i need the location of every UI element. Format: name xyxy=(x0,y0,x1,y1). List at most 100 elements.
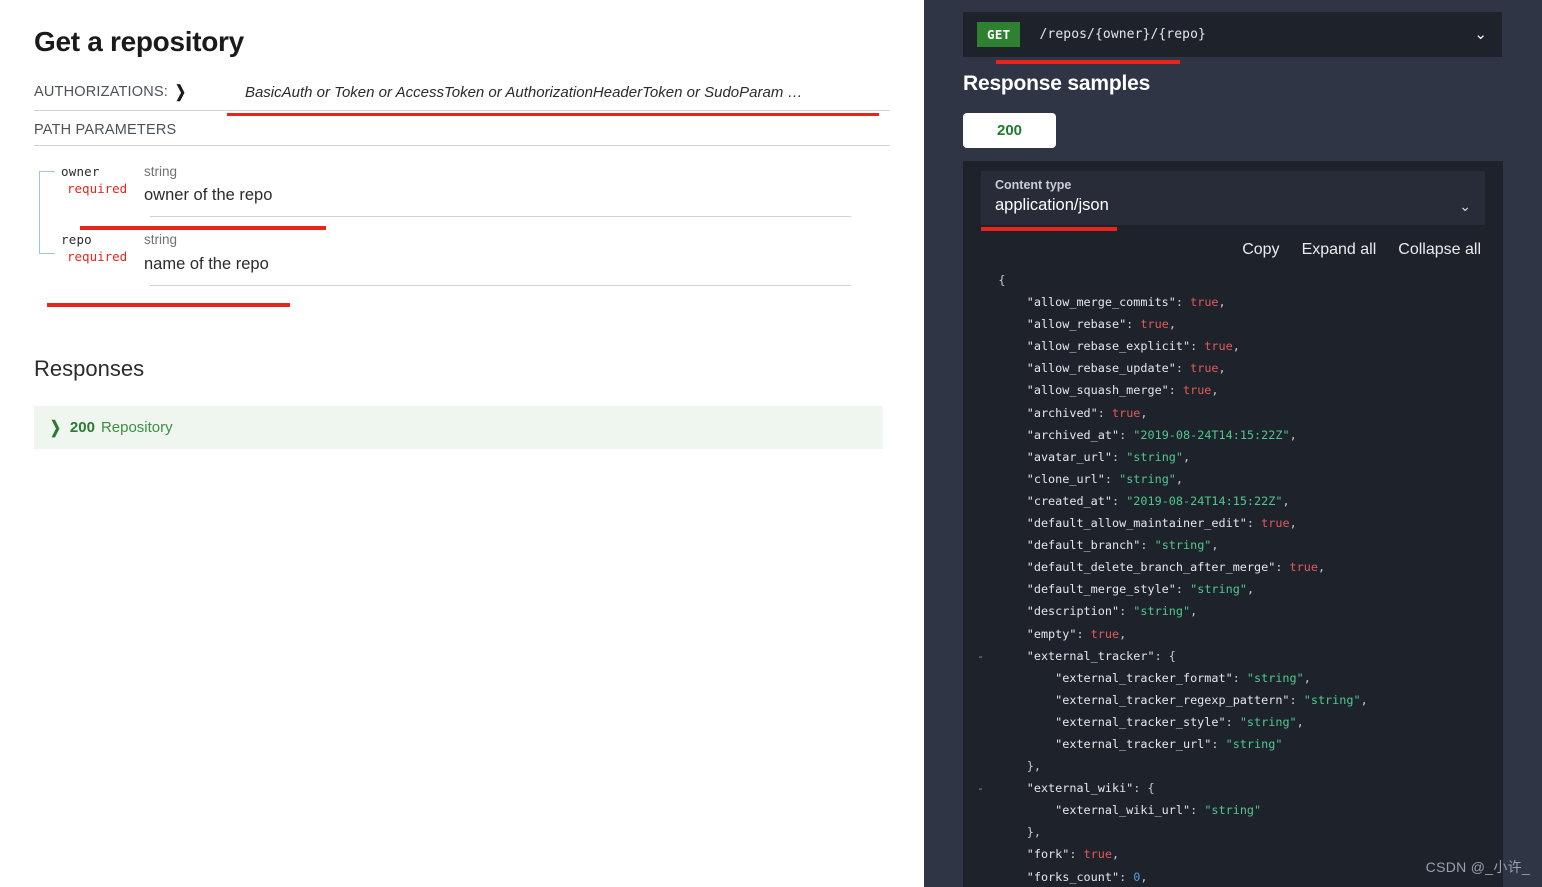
code-token: "avatar_url" xyxy=(1026,449,1112,464)
code-token: , xyxy=(1218,361,1226,376)
code-token: true xyxy=(1204,339,1233,354)
code-token: "string" xyxy=(1133,604,1191,619)
code-token: , xyxy=(1211,383,1219,398)
content-type-select[interactable]: Content type application/json ⌄ xyxy=(981,171,1485,231)
code-token: }, xyxy=(1026,825,1041,840)
code-token: , xyxy=(1119,626,1127,641)
parameter-row-owner: owner required string owner of the repo xyxy=(34,163,890,217)
code-sample-container: Content type application/json ⌄ Copy Exp… xyxy=(963,161,1503,887)
chevron-down-icon[interactable]: ⌄ xyxy=(1474,27,1487,42)
code-gutter xyxy=(977,516,998,530)
code-token: : xyxy=(1126,317,1141,332)
authorizations-label: AUTHORIZATIONS: xyxy=(34,84,169,100)
code-gutter xyxy=(977,317,998,331)
code-gutter xyxy=(977,604,998,618)
chevron-right-icon[interactable]: ❯ xyxy=(50,417,61,438)
code-token: , xyxy=(1183,449,1191,464)
content-type-label: Content type xyxy=(995,178,1072,192)
code-token: : xyxy=(1111,493,1127,508)
code-token: : xyxy=(1289,692,1304,707)
code-line: "empty": true, xyxy=(977,623,1503,645)
copy-button[interactable]: Copy xyxy=(1242,241,1279,259)
code-token: , xyxy=(1175,471,1184,486)
code-line: "archived": true, xyxy=(977,402,1503,424)
code-token: "external_tracker" xyxy=(1026,648,1155,663)
code-gutter xyxy=(977,671,998,685)
code-token: "allow_rebase" xyxy=(1026,317,1127,332)
http-method-badge: GET xyxy=(977,22,1021,47)
code-token: "2019-08-24T14:15:22Z" xyxy=(1133,427,1290,442)
code-gutter xyxy=(977,428,998,442)
code-line: "allow_merge_commits": true, xyxy=(977,291,1503,313)
fold-toggle-icon[interactable]: - xyxy=(977,649,998,663)
code-gutter xyxy=(977,870,998,884)
code-gutter xyxy=(977,737,998,751)
code-line: { xyxy=(977,269,1503,291)
code-token: , xyxy=(1317,560,1326,575)
code-token: "allow_rebase_update" xyxy=(1026,361,1176,376)
endpoint-header[interactable]: GET /repos/{owner}/{repo} ⌄ xyxy=(963,12,1502,64)
status-code-tab-200[interactable]: 200 xyxy=(963,113,1057,148)
code-gutter xyxy=(977,450,998,464)
api-docs-page: Get a repository AUTHORIZATIONS: ❯ Basic… xyxy=(0,0,1542,887)
code-gutter xyxy=(977,273,998,287)
code-token: , xyxy=(1282,493,1290,508)
code-line: - "external_wiki": { xyxy=(977,777,1503,799)
code-line: "default_branch": "string", xyxy=(977,534,1503,556)
collapse-all-button[interactable]: Collapse all xyxy=(1398,241,1481,259)
code-line: "avatar_url": "string", xyxy=(977,446,1503,468)
code-token: , xyxy=(1140,405,1148,420)
endpoint-path: /repos/{owner}/{repo} xyxy=(1039,27,1206,42)
path-parameters-list: owner required string owner of the repo … xyxy=(34,163,890,307)
expand-all-button[interactable]: Expand all xyxy=(1302,241,1377,259)
code-gutter xyxy=(977,582,998,596)
code-token: , xyxy=(1190,604,1198,619)
code-gutter xyxy=(977,847,998,861)
fold-toggle-icon[interactable]: - xyxy=(977,781,998,795)
code-token: "string" xyxy=(1303,692,1361,707)
code-token: true xyxy=(1140,317,1169,332)
code-token: : xyxy=(1076,626,1091,641)
chevron-down-icon[interactable]: ⌄ xyxy=(1459,199,1471,213)
code-token: true xyxy=(1289,560,1318,575)
response-row-200[interactable]: ❯ 200 Repository xyxy=(34,406,883,450)
parameter-body: string owner of the repo xyxy=(128,163,890,207)
annotation-underline-endpoint xyxy=(996,60,1180,64)
code-token: "external_wiki_url" xyxy=(1055,803,1191,818)
code-token: "string" xyxy=(1204,803,1262,818)
code-token: "default_branch" xyxy=(1026,538,1141,553)
code-token: true xyxy=(1190,295,1219,310)
code-line: "description": "string", xyxy=(977,600,1503,622)
code-token: "2019-08-24T14:15:22Z" xyxy=(1126,493,1283,508)
code-token: "external_tracker_style" xyxy=(1055,714,1226,729)
chevron-right-icon[interactable]: ❯ xyxy=(175,82,186,102)
code-token: "allow_rebase_explicit" xyxy=(1026,339,1191,354)
code-line: }, xyxy=(977,821,1503,843)
annotation-underline-repo xyxy=(47,302,290,307)
authorizations-row[interactable]: AUTHORIZATIONS: ❯ BasicAuth or Token or … xyxy=(34,82,890,116)
parameter-description: name of the repo xyxy=(144,254,269,273)
code-gutter xyxy=(977,383,998,397)
parameter-description: owner of the repo xyxy=(144,185,273,204)
code-line: "external_tracker_url": "string" xyxy=(977,733,1503,755)
response-samples-panel: GET /repos/{owner}/{repo} ⌄ Response sam… xyxy=(924,0,1542,887)
code-token: "string" xyxy=(1225,736,1283,751)
code-line: "created_at": "2019-08-24T14:15:22Z", xyxy=(977,490,1503,512)
json-code-block[interactable]: { "allow_merge_commits": true, "allow_re… xyxy=(963,259,1503,887)
code-token: : xyxy=(1225,714,1240,729)
code-line: "allow_squash_merge": true, xyxy=(977,379,1503,401)
code-line: "allow_rebase_explicit": true, xyxy=(977,335,1503,357)
code-token: true xyxy=(1111,405,1141,420)
code-gutter xyxy=(977,693,998,707)
content-type-value: application/json xyxy=(995,196,1109,214)
